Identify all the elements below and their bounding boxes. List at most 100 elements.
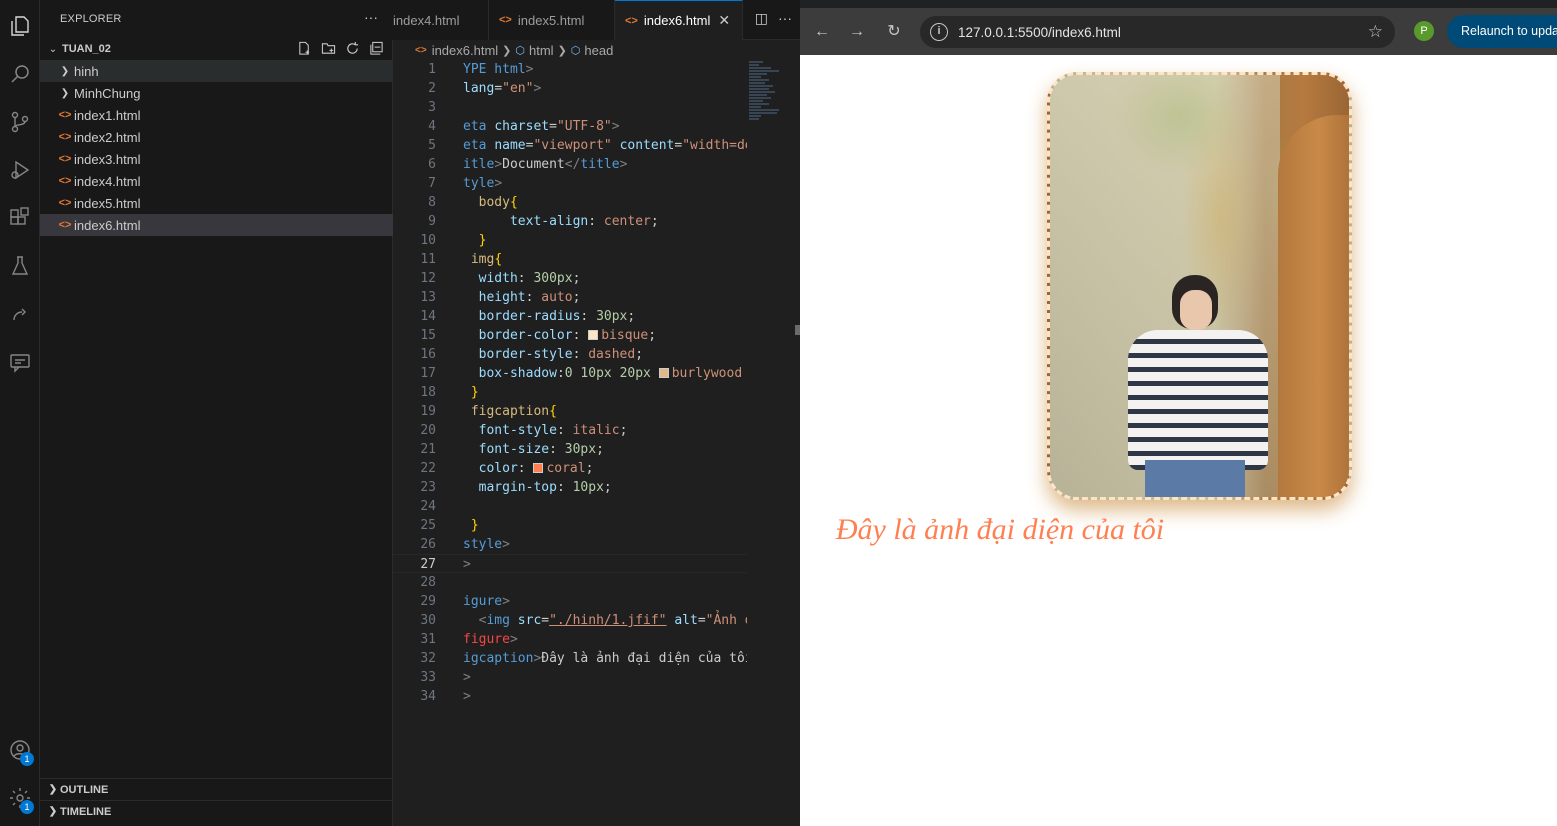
chevron-down-icon: ⌄: [48, 43, 58, 55]
back-arrow-icon[interactable]: ←: [812, 22, 832, 42]
chat-icon[interactable]: [4, 346, 36, 378]
screen: 1 1 EXPLORER ··· ⌄ TUAN_02 ❯ hinh ❯ Minh…: [0, 0, 1557, 826]
tree-item-index4[interactable]: <> index4.html: [40, 170, 393, 192]
code-line: 7 tyle>: [428, 176, 503, 191]
current-line-number: 27: [420, 557, 436, 572]
symbol-icon: ⬡: [515, 44, 525, 57]
extensions-icon[interactable]: [4, 202, 36, 234]
folder-actions: [296, 40, 384, 56]
testing-icon[interactable]: [4, 250, 36, 282]
settings-gear-icon[interactable]: 1: [4, 782, 36, 814]
folder-name: TUAN_02: [62, 43, 111, 55]
url-text[interactable]: 127.0.0.1:5500/index6.html: [958, 25, 1121, 40]
collapse-all-icon[interactable]: [368, 40, 384, 56]
tree-item-index3[interactable]: <> index3.html: [40, 148, 393, 170]
editor-tabs: index4.html <> index5.html <> index6.htm…: [383, 0, 800, 40]
tree-item-index5[interactable]: <> index5.html: [40, 192, 393, 214]
split-editor-icon[interactable]: ◫: [755, 10, 768, 27]
symbol-icon: ⬡: [570, 44, 581, 57]
tree-item-minhchung[interactable]: ❯ MinhChung: [40, 82, 393, 104]
code-line: 16 border-style: dashed;: [420, 347, 644, 362]
code-line: 6 itle>Document</title>: [428, 157, 628, 172]
tab-index4[interactable]: index4.html: [383, 0, 489, 40]
tree-item-hinh[interactable]: ❯ hinh: [40, 60, 393, 82]
code-line: 5 eta name="viewport" content="width=de: [428, 138, 747, 153]
code-line: 33 >: [420, 670, 471, 685]
tree-item-index6[interactable]: <> index6.html: [40, 214, 393, 236]
tree-item-index1[interactable]: <> index1.html: [40, 104, 393, 126]
tab-label: index5.html: [517, 12, 585, 28]
tree-item-label: index3.html: [74, 151, 141, 167]
breadcrumb-html[interactable]: html: [529, 43, 554, 58]
figure-caption: Đây là ảnh đại diện của tôi: [835, 513, 1165, 546]
chevron-right-icon: ❯: [48, 784, 58, 795]
code-line: 28: [420, 575, 436, 590]
color-swatch[interactable]: [588, 330, 599, 340]
accounts-icon[interactable]: 1: [4, 734, 36, 766]
code-line: 20 font-style: italic;: [420, 423, 628, 438]
code-line: 30 <img src="./hinh/1.jfif" alt="Ảnh đ: [420, 613, 747, 628]
chevron-right-icon: ❯: [502, 44, 512, 57]
code-line: 15 border-color: bisque;: [420, 328, 657, 343]
html-file-icon: <>: [415, 44, 427, 56]
color-swatch[interactable]: [658, 368, 669, 378]
timeline-section[interactable]: ❯ TIMELINE: [40, 800, 393, 822]
reload-icon[interactable]: ↻: [884, 22, 904, 42]
search-icon[interactable]: [4, 58, 36, 90]
code-line: 11 img{: [420, 252, 503, 267]
forward-arrow-icon[interactable]: →: [847, 22, 867, 42]
browser-window: ← → ↻ i 127.0.0.1:5500/index6.html ☆ P R…: [800, 0, 1557, 826]
close-icon[interactable]: ✕: [718, 12, 730, 29]
tree-item-label: index2.html: [74, 129, 141, 145]
code-line: 34 >: [420, 689, 471, 704]
code-line: 13 height: auto;: [420, 290, 581, 305]
explorer-sidebar: EXPLORER ··· ⌄ TUAN_02 ❯ hinh ❯ MinhChun…: [40, 0, 393, 826]
tab-label: index4.html: [393, 12, 460, 28]
minimap[interactable]: [749, 60, 793, 180]
settings-badge: 1: [20, 800, 34, 814]
run-debug-icon[interactable]: [4, 154, 36, 186]
code-line: 3: [428, 100, 436, 115]
code-line: 21 font-size: 30px;: [420, 442, 604, 457]
html-file-icon: <>: [58, 219, 72, 231]
new-file-icon[interactable]: [296, 40, 312, 56]
breadcrumb: <> index6.html ❯ ⬡ html ❯ ⬡ head: [393, 40, 800, 60]
code-line: 8 body{: [428, 195, 518, 210]
editor-group: index4.html <> index5.html <> index6.htm…: [383, 0, 800, 826]
code-editor[interactable]: 1 YPE html> 2 lang="en"> 3 4 eta charset="U…: [393, 60, 747, 826]
html-file-icon: <>: [58, 197, 72, 209]
tree-item-label: hinh: [74, 63, 99, 79]
address-bar[interactable]: i 127.0.0.1:5500/index6.html ☆: [920, 16, 1395, 48]
new-folder-icon[interactable]: [320, 40, 336, 56]
explorer-icon[interactable]: [4, 10, 36, 42]
code-line: 32 igcaption>Đây là ảnh đại diện của tôi: [420, 651, 747, 666]
chevron-right-icon: ❯: [60, 87, 70, 99]
more-actions-icon[interactable]: ···: [364, 9, 378, 25]
remote-icon[interactable]: [4, 298, 36, 330]
outline-section[interactable]: ❯ OUTLINE: [40, 778, 393, 800]
color-swatch[interactable]: [533, 463, 544, 473]
code-line: 22 color: coral;: [420, 461, 594, 476]
html-file-icon: <>: [58, 175, 72, 187]
breadcrumb-file[interactable]: index6.html: [432, 43, 498, 58]
bookmark-star-icon[interactable]: ☆: [1368, 22, 1383, 42]
refresh-icon[interactable]: [344, 40, 360, 56]
more-actions-icon[interactable]: ···: [778, 10, 792, 27]
code-line: 17 box-shadow:0 10px 20px burlywood: [420, 366, 743, 381]
code-line: 9 text-align: center;: [428, 214, 659, 229]
activity-bar: 1 1: [0, 0, 40, 826]
tab-index6[interactable]: <> index6.html ✕: [615, 0, 743, 40]
breadcrumb-head[interactable]: head: [584, 43, 613, 58]
code-line: 12 width: 300px;: [420, 271, 581, 286]
relaunch-button[interactable]: Relaunch to update: [1447, 15, 1557, 48]
tab-index5[interactable]: <> index5.html: [489, 0, 615, 40]
profile-photo: [1047, 72, 1352, 500]
profile-avatar[interactable]: P: [1414, 21, 1434, 41]
code-line: 14 border-radius: 30px;: [420, 309, 636, 324]
tree-item-index2[interactable]: <> index2.html: [40, 126, 393, 148]
tree-item-label: index6.html: [74, 217, 141, 233]
rendered-page: [800, 55, 1557, 826]
source-control-icon[interactable]: [4, 106, 36, 138]
outline-label: OUTLINE: [60, 783, 109, 796]
site-info-icon[interactable]: i: [930, 23, 948, 41]
